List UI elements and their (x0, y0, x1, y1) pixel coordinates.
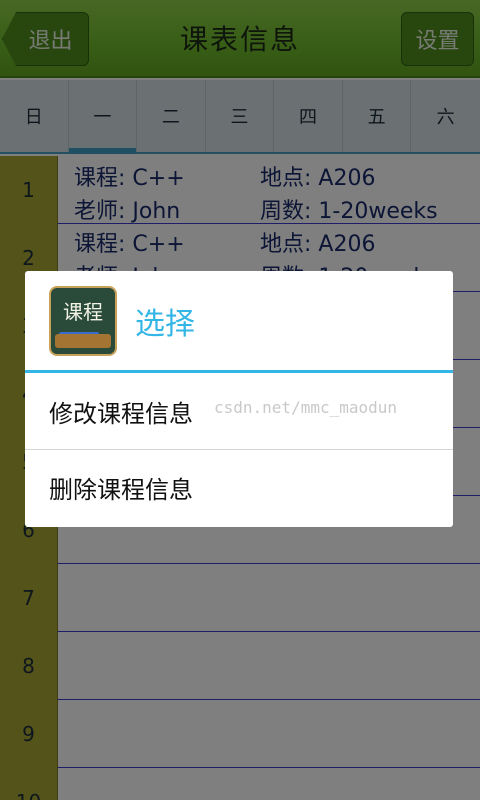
watermark: csdn.net/mmc_maodun (214, 398, 398, 417)
delete-course-item[interactable]: 删除课程信息 (25, 449, 453, 525)
app-icon: 课程 (49, 285, 117, 356)
dialog-title: 选择 (135, 306, 195, 342)
desk-icon (55, 333, 111, 348)
app-icon-label: 课程 (63, 299, 103, 324)
dialog-header: 课程 选择 (25, 271, 453, 373)
